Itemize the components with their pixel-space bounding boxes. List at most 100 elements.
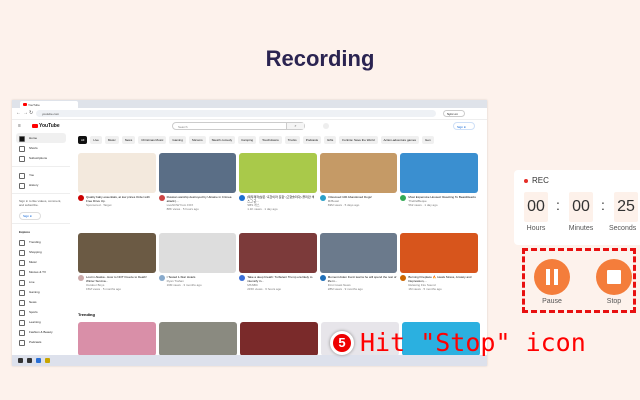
sidebar-item[interactable]: Music <box>12 257 70 267</box>
video-meta: Moment Aiden Fucci learns he will spend … <box>319 273 398 309</box>
minutes-label: Minutes <box>568 225 594 232</box>
channel-avatar[interactable] <box>239 275 246 281</box>
video-thumbnail[interactable] <box>319 153 398 193</box>
video-thumbnail[interactable] <box>158 233 237 273</box>
video-thumbnail[interactable] <box>239 153 317 193</box>
sidebar-item[interactable]: Home <box>16 133 66 143</box>
video-title[interactable]: Moment Aiden Fucci learns he will spend … <box>328 275 398 283</box>
channel-avatar[interactable] <box>158 275 165 281</box>
chip-1[interactable]: Live <box>90 136 102 144</box>
browser-tab[interactable]: YouTube <box>20 101 78 108</box>
back-icon[interactable]: ← <box>16 110 21 116</box>
sidebar-item[interactable]: Shopping <box>12 247 70 257</box>
video-title[interactable]: Take a deep breath: Turbulent Trump era … <box>247 275 317 283</box>
sidebar-item[interactable]: Learning <box>12 317 70 327</box>
video-title[interactable]: [제작제작]날은 '혹한이라 듯함' (고향술리다)-플리만 색스그 근... <box>247 195 317 203</box>
video-thumbnail[interactable] <box>158 153 237 193</box>
video-thumbnail[interactable] <box>239 233 317 273</box>
channel-avatar[interactable] <box>319 275 326 281</box>
video-card[interactable]: I Tested 1-Star Hotels Ryan Trahan 16M vie… <box>158 233 237 309</box>
recorder-panel: REC 00 : 00 : 25 Hours Minutes Seconds <box>514 170 640 245</box>
chip-4[interactable]: Christmas Music <box>138 136 167 144</box>
sidebar-item[interactable]: You <box>12 170 70 180</box>
channel-avatar[interactable] <box>158 195 165 201</box>
trending-thumbnail[interactable] <box>240 322 318 356</box>
sidebar-item[interactable]: History <box>12 180 70 190</box>
trending-thumbnail[interactable] <box>78 322 156 356</box>
chip-10[interactable]: Trucks <box>284 136 300 144</box>
trending-heading: Trending <box>78 312 95 317</box>
chip-2[interactable]: Music <box>104 136 119 144</box>
search-icon[interactable]: ⌕ <box>286 123 304 129</box>
video-card[interactable]: I Rescued 100 Abandoned Dogs! MrBeast 69M … <box>319 153 398 229</box>
channel-name[interactable]: Sponsored · Target <box>86 203 156 207</box>
start-icon[interactable] <box>18 358 23 363</box>
edge-icon[interactable] <box>36 358 41 363</box>
video-thumbnail[interactable] <box>400 153 478 193</box>
chip-11[interactable]: Podcasts <box>302 136 322 144</box>
video-card[interactable]: Moment Aiden Fucci learns he will spend … <box>319 233 398 309</box>
video-meta: I Tested 1-Star Hotels Ryan Trahan 16M vie… <box>158 273 237 309</box>
mic-icon[interactable] <box>323 123 329 129</box>
sidebar-item[interactable]: Live <box>12 277 70 287</box>
file-explorer-icon[interactable] <box>45 358 50 363</box>
sign-in-button[interactable]: Sign in <box>453 122 475 130</box>
chip-13[interactable]: Fortnite: Save the World <box>339 136 378 144</box>
profile-button[interactable]: Sync on <box>443 110 465 117</box>
channel-avatar[interactable] <box>400 195 407 201</box>
sidebar-item[interactable]: Fashion & Beauty <box>12 327 70 337</box>
sidebar-item[interactable]: Trending <box>12 237 70 247</box>
video-thumbnail[interactable] <box>400 233 478 273</box>
video-thumbnail[interactable] <box>319 233 398 273</box>
forward-icon[interactable]: → <box>23 110 28 116</box>
sidebar-item[interactable]: Subscriptions <box>12 153 70 163</box>
video-title[interactable]: Russian warship destroyed by Ukraine in … <box>167 195 237 203</box>
chip-12[interactable]: Gifts <box>324 136 337 144</box>
video-card[interactable]: Burning Fireplace 🔥 Heals Stress, Anxiet… <box>400 233 478 309</box>
chip-3[interactable]: News <box>121 136 136 144</box>
channel-avatar[interactable] <box>319 195 326 201</box>
pause-button[interactable] <box>534 259 570 295</box>
video-thumbnail[interactable] <box>78 233 156 273</box>
video-title[interactable]: Burning Fireplace 🔥 Heals Stress, Anxiet… <box>408 275 478 283</box>
video-card[interactable]: Quality baby essentials, at low prices O… <box>78 153 156 229</box>
sidebar-item[interactable]: Movies & TV <box>12 267 70 277</box>
video-card[interactable]: Most Expensive Houses! Reacting To Beast… <box>400 153 478 229</box>
sidebar-sign-in-button[interactable]: Sign in <box>19 212 41 220</box>
video-title[interactable]: Quality baby essentials, at low prices O… <box>86 195 156 203</box>
reload-icon[interactable]: ↻ <box>29 110 33 116</box>
video-thumbnail[interactable] <box>78 153 156 193</box>
video-card[interactable]: [제작제작]날은 '혹한이라 듯함' (고향술리다)-플리만 색스그 근... S… <box>239 153 317 229</box>
channel-avatar[interactable] <box>78 275 84 281</box>
chip-15[interactable]: Gen <box>422 136 434 144</box>
menu-icon[interactable]: ≡ <box>18 123 21 129</box>
chip-9[interactable]: Touchdowns <box>259 136 282 144</box>
trending-thumbnail[interactable] <box>159 322 237 356</box>
chip-14[interactable]: Action-adventure games <box>380 136 420 144</box>
stop-button[interactable] <box>596 259 632 295</box>
sidebar-item[interactable]: News <box>12 297 70 307</box>
video-title[interactable]: Lost in Alaska - How to NOT Freeze to De… <box>86 275 156 283</box>
sidebar-item[interactable]: Podcasts <box>12 337 70 347</box>
colon: : <box>601 197 605 213</box>
sidebar-item[interactable]: Sports <box>12 307 70 317</box>
youtube-logo[interactable]: YouTube <box>32 123 60 129</box>
chip-7[interactable]: Sketch comedy <box>208 136 236 144</box>
chip-5[interactable]: Gaming <box>169 136 186 144</box>
video-card[interactable]: Lost in Alaska - How to NOT Freeze to De… <box>78 233 156 309</box>
chip-6[interactable]: Sitcoms <box>188 136 206 144</box>
sidebar-item[interactable]: Gaming <box>12 287 70 297</box>
step-number: 5 <box>330 330 354 355</box>
search-icon[interactable] <box>27 358 32 363</box>
search-input[interactable]: Search ⌕ <box>172 122 305 130</box>
chip-0[interactable]: All <box>78 136 88 144</box>
channel-avatar[interactable] <box>239 195 246 201</box>
url-input[interactable]: youtube.com <box>36 110 436 117</box>
video-card[interactable]: Take a deep breath: Turbulent Trump era … <box>239 233 317 309</box>
channel-avatar[interactable] <box>400 275 407 281</box>
chip-8[interactable]: Camping <box>238 136 257 144</box>
seconds-label: Seconds <box>609 225 637 232</box>
sidebar-item[interactable]: Shorts <box>12 143 70 153</box>
video-card[interactable]: Russian warship destroyed by Ukraine in … <box>158 153 237 229</box>
channel-avatar[interactable] <box>78 195 84 201</box>
